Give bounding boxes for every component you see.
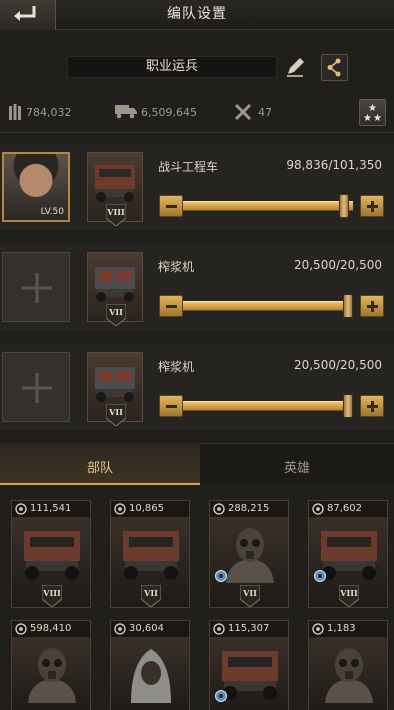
troop-type-icon (213, 503, 225, 515)
troop-slider-3[interactable] (183, 401, 353, 411)
unit-name-1: 战斗工程车 (158, 160, 219, 174)
hero-slot-2[interactable] (2, 252, 70, 322)
unit-name-2: 榨浆机 (158, 260, 195, 274)
pencil-icon (287, 58, 304, 77)
increase-button-3[interactable] (360, 395, 384, 417)
unit-count-2: 20,500/20,500 (293, 258, 382, 272)
troop-card[interactable]: 1,183 (308, 620, 388, 710)
troop-card[interactable]: 111,541 VIII (11, 500, 91, 608)
formation-stars-button[interactable]: ★ ★ ★ (359, 99, 386, 126)
troop-type-icon (213, 623, 225, 635)
hero-slot-1[interactable]: LV.50 (2, 152, 70, 222)
tab-troops-label: 部队 (86, 461, 113, 476)
decrease-button-2[interactable] (159, 295, 183, 317)
add-hero-icon (22, 273, 52, 303)
truck-unit-icon (123, 531, 179, 580)
troop-card[interactable]: 30,604 (110, 620, 190, 710)
troop-type-icon (114, 623, 126, 635)
juicer-truck-icon (95, 267, 135, 302)
troop-slider-2[interactable] (183, 301, 353, 311)
troop-card[interactable]: 10,865 VII (110, 500, 190, 608)
troop-type-icon (15, 503, 27, 515)
gasmask-soldier-icon (28, 648, 76, 703)
load-stat: 6,509,645 (141, 106, 197, 119)
divider (0, 132, 394, 133)
svg-text:★: ★ (373, 113, 382, 124)
slider-handle-2[interactable] (343, 294, 353, 318)
hooded-soldier-icon (131, 649, 171, 703)
gear-icon (215, 570, 227, 582)
slider-handle-3[interactable] (343, 394, 353, 418)
share-icon (327, 58, 341, 77)
troop-card[interactable]: 288,215 VII (209, 500, 289, 608)
juicer-truck-icon (95, 367, 135, 402)
unit-card-2[interactable]: VII (87, 252, 143, 327)
wrench-stat: 47 (258, 106, 272, 119)
truck-load-icon (115, 105, 137, 119)
squad-name-field[interactable]: 职业运兵 (67, 56, 277, 78)
troop-card[interactable]: 115,307 (209, 620, 289, 710)
tab-heroes[interactable]: 英雄 (200, 457, 394, 476)
increase-button-2[interactable] (360, 295, 384, 317)
increase-button-1[interactable] (360, 195, 384, 217)
troop-type-icon (312, 623, 324, 635)
rank-badge: VIII (105, 203, 127, 227)
stars-icon: ★ ★ ★ (363, 103, 382, 124)
add-hero-icon (22, 373, 52, 403)
gear-icon (215, 690, 227, 702)
gear-icon (314, 570, 326, 582)
unit-card-1[interactable]: VIII (87, 152, 143, 227)
share-button[interactable] (321, 54, 348, 81)
rank-badge: VIII (41, 584, 63, 608)
edit-name-button[interactable] (283, 55, 307, 79)
troop-type-icon (15, 623, 27, 635)
svg-text:★: ★ (363, 113, 372, 124)
hero-slot-3[interactable] (2, 352, 70, 422)
troop-card[interactable]: 598,410 (11, 620, 91, 710)
decrease-button-3[interactable] (159, 395, 183, 417)
combat-engineer-truck-icon (95, 165, 135, 202)
rank-badge: VII (105, 403, 127, 427)
unit-count-1: 98,836/101,350 (286, 158, 382, 172)
power-stat: 784,032 (26, 106, 72, 119)
rank-badge: VII (105, 303, 127, 327)
unit-count-3: 20,500/20,500 (293, 358, 382, 372)
hero-level: LV.50 (40, 207, 64, 217)
slider-handle-1[interactable] (339, 194, 349, 218)
page-title: 编队设置 (167, 6, 227, 22)
bullets-icon (9, 104, 21, 120)
troop-type-icon (312, 503, 324, 515)
gasmask-soldier-icon (325, 648, 373, 703)
rank-badge: VII (239, 584, 261, 608)
rank-badge: VII (140, 584, 162, 608)
troop-card[interactable]: 87,602 VIII (308, 500, 388, 608)
rank-badge: VIII (338, 584, 360, 608)
unit-card-3[interactable]: VII (87, 352, 143, 427)
truck-unit-icon (24, 531, 80, 580)
wrench-icon (234, 103, 252, 121)
decrease-button-1[interactable] (159, 195, 183, 217)
troop-type-icon (114, 503, 126, 515)
troop-slider-1[interactable] (183, 201, 353, 211)
unit-name-3: 榨浆机 (158, 360, 195, 374)
